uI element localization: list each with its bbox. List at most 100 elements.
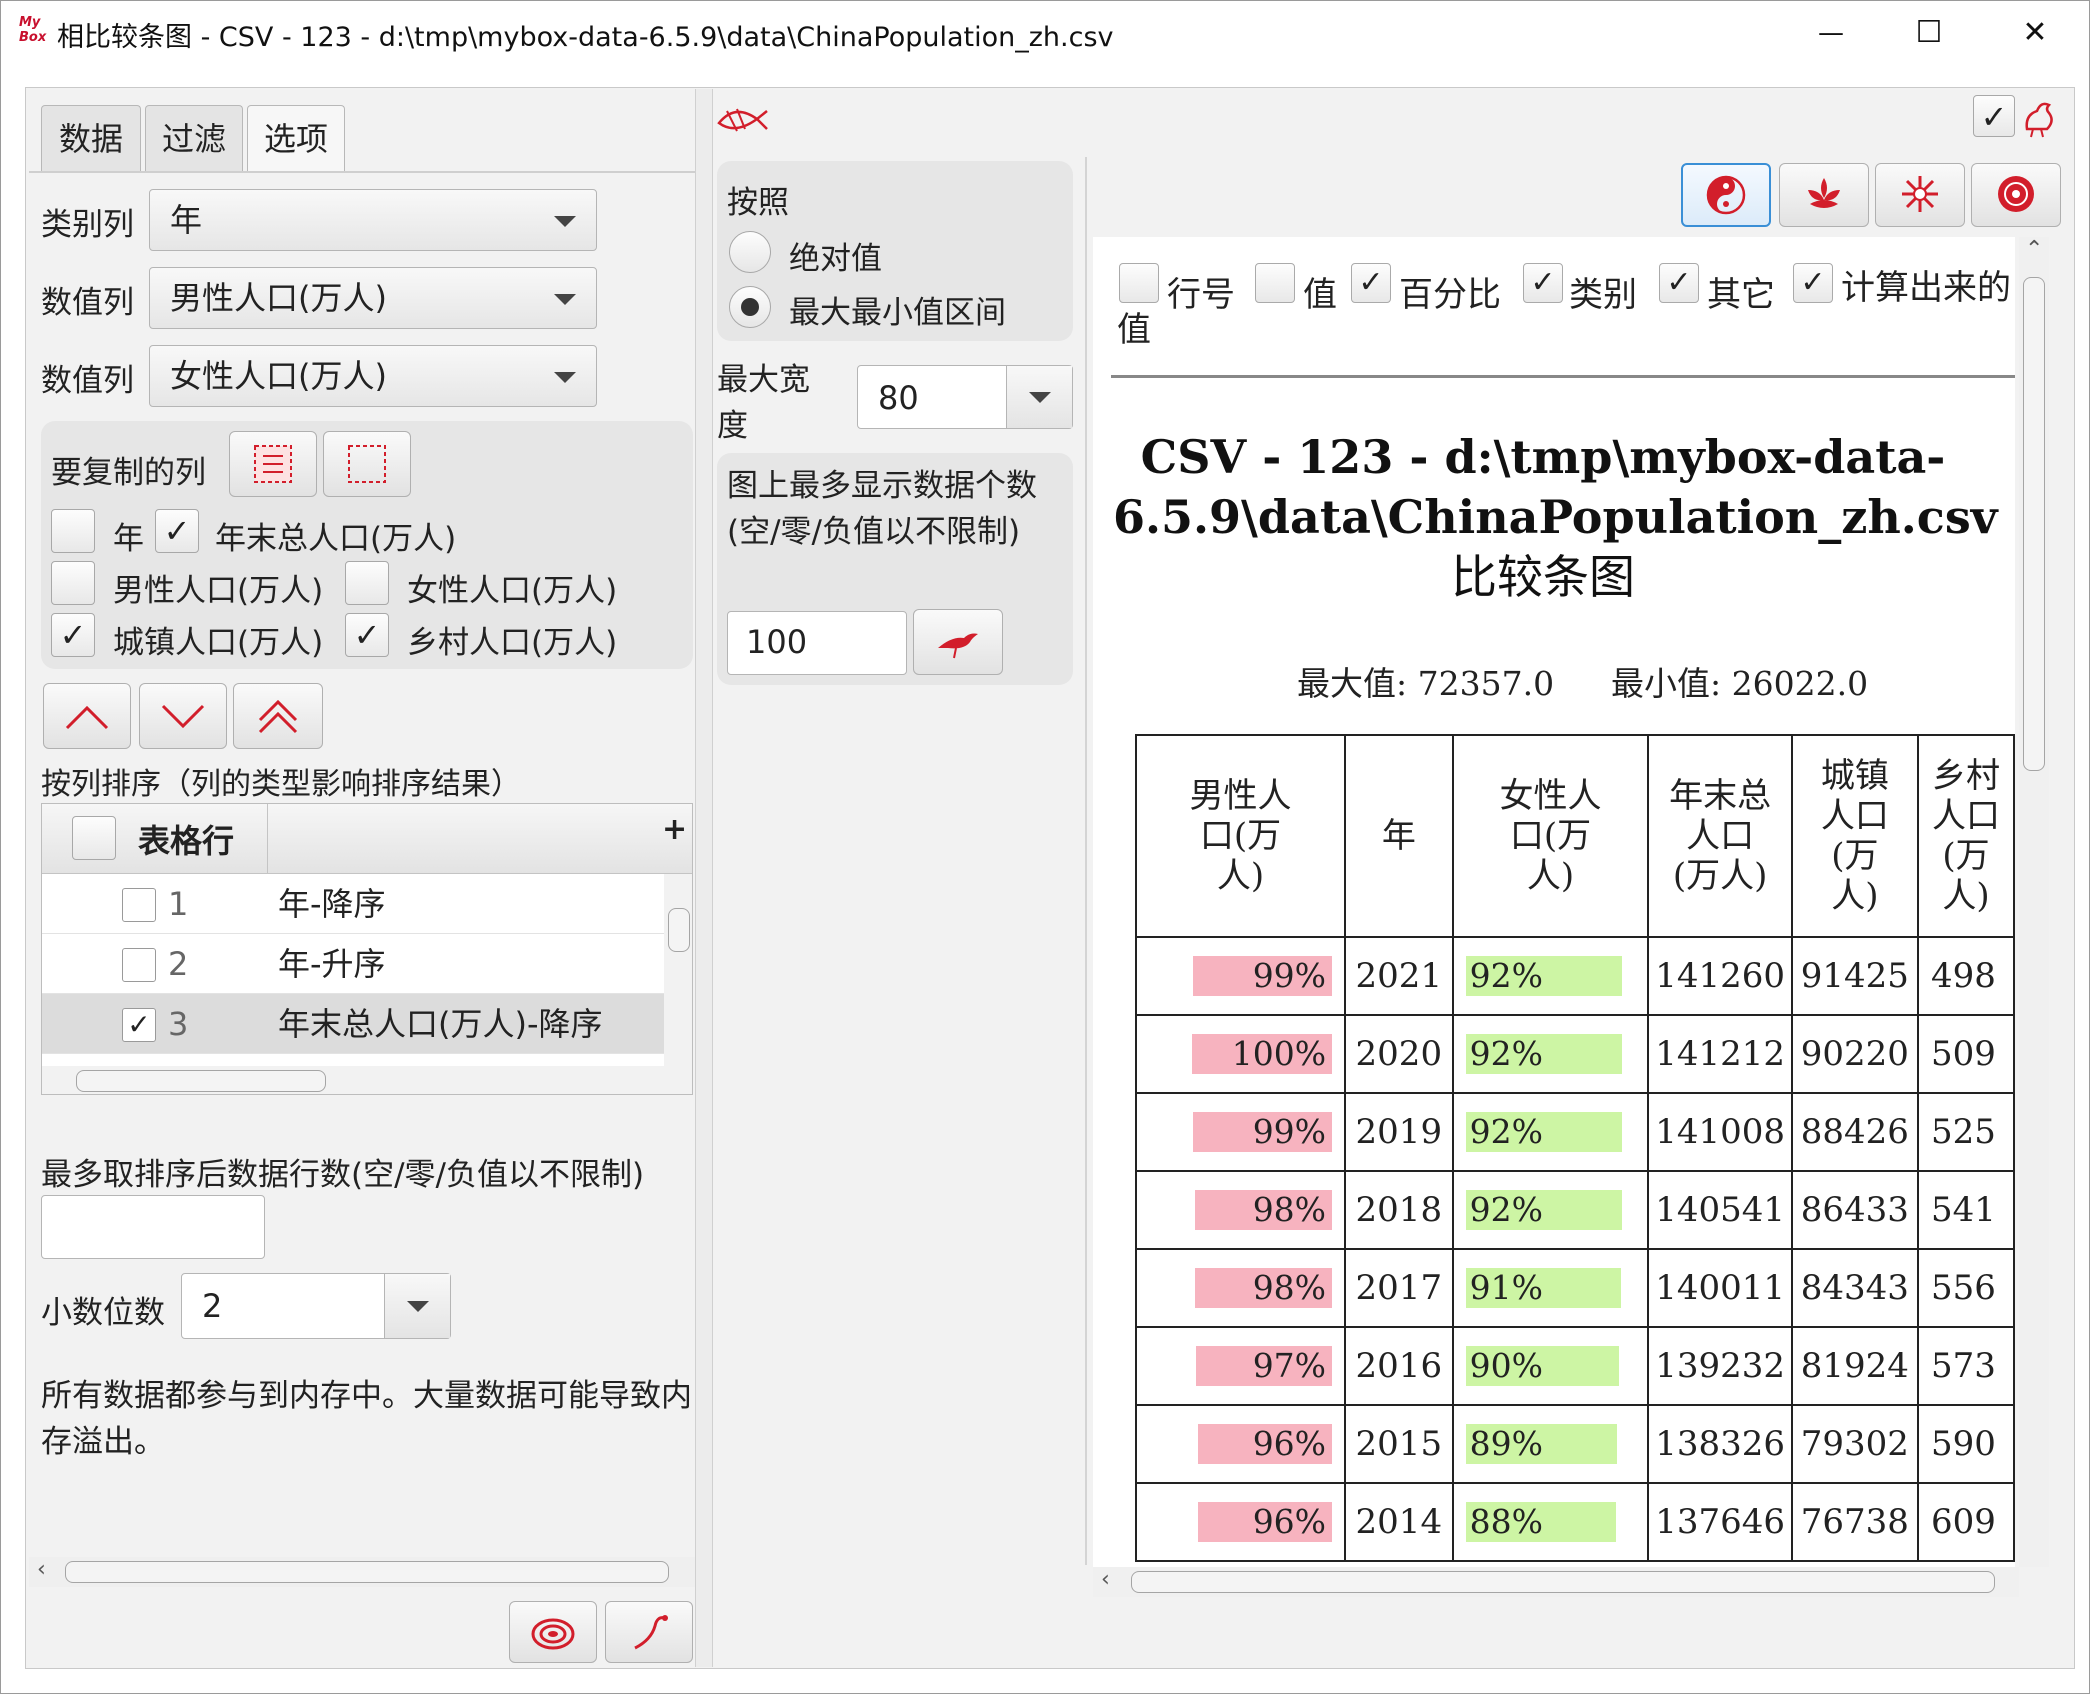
max-display-input[interactable]: 100 — [727, 611, 907, 675]
sort-list-hscrollbar[interactable] — [42, 1066, 664, 1094]
value-column-2-select[interactable]: 女性人口(万人) — [149, 345, 597, 407]
urban-cell: 81924 — [1790, 1326, 1919, 1406]
year-cell: 2017 — [1344, 1248, 1454, 1328]
male-percent-bar: 99% — [1193, 956, 1333, 996]
copy-col-total-label: 年末总人口(万人) — [215, 521, 457, 557]
urban-cell: 88426 — [1790, 1092, 1919, 1172]
sort-row[interactable]: 2 年-升序 — [42, 934, 664, 994]
chevron-left-icon[interactable]: ‹ — [37, 1557, 46, 1582]
rural-cell: 590 — [1916, 1404, 2015, 1484]
scroll-thumb[interactable] — [2023, 277, 2045, 771]
preview-style-yinyang-button[interactable] — [1681, 163, 1771, 227]
total-cell: 140541 — [1647, 1170, 1793, 1250]
tab-options[interactable]: 选项 — [247, 105, 345, 171]
radio-selected-dot — [741, 298, 759, 316]
rural-cell: 525 — [1916, 1092, 2015, 1172]
male-percent-bar: 96% — [1198, 1502, 1333, 1542]
radio-minmax[interactable] — [729, 286, 771, 328]
max-rows-input[interactable] — [41, 1195, 265, 1259]
minimize-button[interactable]: — — [1801, 11, 1861, 55]
value-column-1-select[interactable]: 男性人口(万人) — [149, 267, 597, 329]
cat-action-button[interactable] — [605, 1601, 693, 1663]
sort-row-checkbox[interactable] — [122, 888, 156, 922]
close-button[interactable]: ✕ — [2005, 11, 2065, 55]
preview-style-flower2-button[interactable] — [1875, 163, 1965, 227]
total-cell: 141008 — [1647, 1092, 1793, 1172]
decimal-places-select[interactable]: 2 — [181, 1273, 451, 1339]
header-total: 年末总人口(万人) — [1647, 734, 1793, 938]
sort-row[interactable]: 1 年-降序 — [42, 874, 664, 934]
header-urban: 城镇人口(万人) — [1790, 734, 1919, 938]
move-down-button[interactable] — [139, 683, 227, 749]
sort-list-header: 表格行 + — [42, 804, 692, 874]
preview-vscrollbar[interactable]: ⌃ — [2019, 237, 2049, 1567]
select-all-button[interactable] — [229, 431, 317, 497]
chevron-down-icon — [554, 294, 576, 305]
max-display-apply-button[interactable] — [913, 609, 1003, 675]
decimal-places-value: 2 — [202, 1287, 223, 1325]
year-cell: 2018 — [1344, 1170, 1454, 1250]
preview-style-flower1-button[interactable] — [1779, 163, 1869, 227]
sort-row-selected[interactable]: ✓ 3 年末总人口(万人)-降序 — [42, 994, 664, 1054]
maximize-button[interactable]: ☐ — [1899, 11, 1959, 55]
tab-filter[interactable]: 过滤 — [145, 105, 243, 171]
popup-toggle-checkbox[interactable]: ✓ — [1973, 95, 2015, 137]
decimal-dropdown-button[interactable] — [384, 1274, 450, 1338]
table-body: 99% 2021 92% 141260 91425 498 100% 2020 92% 14121… — [1134, 936, 2015, 1562]
scroll-thumb[interactable] — [668, 908, 690, 952]
sort-select-all-checkbox[interactable] — [72, 816, 116, 860]
copy-col-urban-checkbox[interactable]: ✓ — [51, 613, 95, 657]
spiral-action-button[interactable] — [509, 1601, 597, 1663]
chevron-down-icon — [407, 1301, 429, 1312]
female-bar-cell: 91% — [1451, 1248, 1650, 1328]
radio-absolute[interactable] — [729, 231, 771, 273]
select-none-button[interactable] — [323, 431, 411, 497]
category-column-select[interactable]: 年 — [149, 189, 597, 251]
scroll-thumb[interactable] — [76, 1070, 326, 1092]
preview-hr — [1111, 375, 2015, 378]
copy-col-total-checkbox[interactable]: ✓ — [155, 509, 199, 553]
preview-hscrollbar[interactable]: ‹ — [1093, 1567, 2019, 1597]
year-cell: 2019 — [1344, 1092, 1454, 1172]
female-bar-cell: 89% — [1451, 1404, 1650, 1484]
chevron-left-icon[interactable]: ‹ — [1101, 1567, 1110, 1592]
move-top-button[interactable] — [233, 683, 323, 749]
preview-style-flower3-button[interactable] — [1971, 163, 2061, 227]
sort-row-checkbox[interactable] — [122, 948, 156, 982]
sort-columns-label: 按列排序（列的类型影响排序结果） — [41, 767, 521, 802]
tab-data[interactable]: 数据 — [41, 105, 141, 171]
copy-col-male-checkbox[interactable] — [51, 561, 95, 605]
rooster-icon[interactable] — [2019, 95, 2059, 139]
rural-cell: 498 — [1916, 936, 2015, 1016]
chevron-up-icon[interactable]: ⌃ — [2025, 237, 2043, 262]
sort-row-checkbox[interactable]: ✓ — [122, 1008, 156, 1042]
female-percent-bar: 91% — [1465, 1268, 1621, 1308]
move-up-button[interactable] — [43, 683, 131, 749]
double-chevron-up-icon — [258, 699, 298, 734]
sort-list-vscrollbar[interactable] — [664, 874, 692, 1094]
add-column-button[interactable]: + — [662, 812, 687, 847]
scroll-thumb[interactable] — [1131, 1571, 1995, 1593]
max-display-label: 图上最多显示数据个数(空/零/负值以不限制) — [727, 468, 1037, 550]
scroll-thumb[interactable] — [65, 1561, 669, 1583]
value-column-2-label: 数值列 — [41, 363, 134, 399]
female-bar-cell: 88% — [1451, 1482, 1650, 1562]
female-bar-cell: 92% — [1451, 1014, 1650, 1094]
female-percent-bar: 89% — [1465, 1424, 1617, 1464]
fish-bone-icon[interactable] — [713, 97, 771, 143]
copy-col-year-checkbox[interactable] — [51, 509, 95, 553]
female-percent-bar: 92% — [1465, 1190, 1622, 1230]
copy-col-female-checkbox[interactable] — [345, 561, 389, 605]
header-year: 年 — [1344, 734, 1454, 938]
left-panel-hscrollbar[interactable]: ‹ — [29, 1557, 695, 1587]
split-divider[interactable] — [695, 89, 713, 1667]
copy-col-male-label: 男性人口(万人) — [113, 573, 324, 609]
rural-cell: 573 — [1916, 1326, 2015, 1406]
year-cell: 2016 — [1344, 1326, 1454, 1406]
chevron-up-icon — [65, 705, 109, 730]
copy-col-rural-checkbox[interactable]: ✓ — [345, 613, 389, 657]
urban-cell: 90220 — [1790, 1014, 1919, 1094]
max-width-dropdown-button[interactable] — [1006, 366, 1072, 428]
memory-note: 所有数据都参与到内存中。大量数据可能导致内存溢出。 — [41, 1378, 692, 1460]
max-width-select[interactable]: 80 — [857, 365, 1073, 429]
